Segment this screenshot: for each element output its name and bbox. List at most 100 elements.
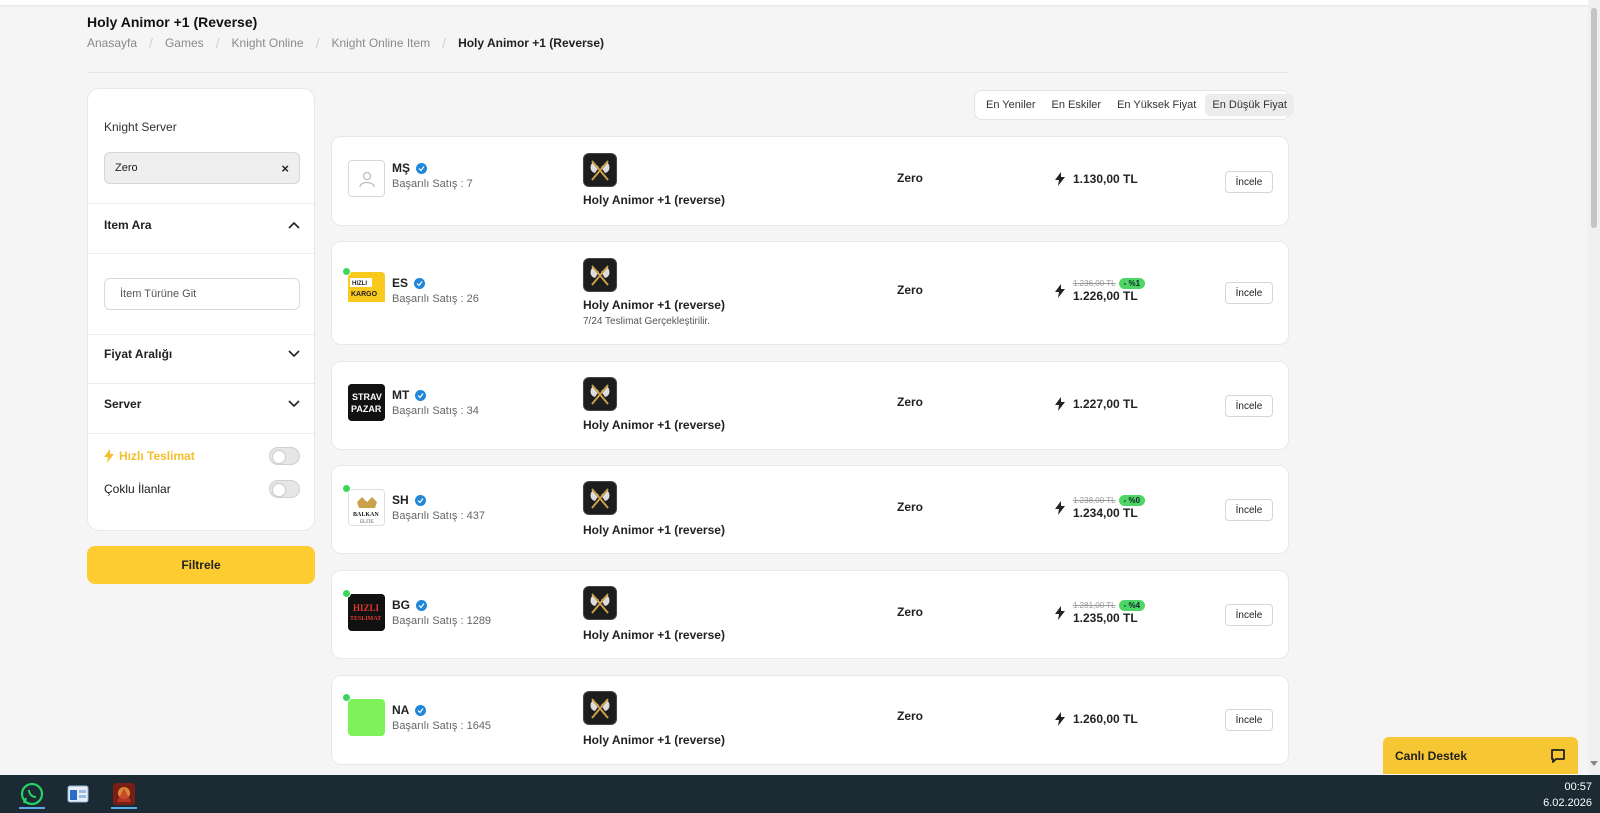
- seller-sales-count: Başarılı Satış : 34: [392, 405, 479, 417]
- price: 1.227,00 TL: [1073, 397, 1138, 411]
- svg-text:KARGO: KARGO: [351, 291, 378, 298]
- fast-delivery-toggle[interactable]: [269, 447, 300, 465]
- fast-delivery-label: Hızlı Teslimat: [119, 449, 195, 463]
- inspect-button[interactable]: İncele: [1225, 499, 1273, 521]
- online-indicator: [342, 267, 351, 276]
- seller-info: SH Başarılı Satış : 437: [392, 493, 485, 522]
- inspect-button[interactable]: İncele: [1225, 604, 1273, 626]
- listing-row[interactable]: NA Başarılı Satış : 1645 Holy Animor +1 …: [331, 675, 1289, 765]
- item-name[interactable]: Holy Animor +1 (reverse): [583, 193, 725, 207]
- os-taskbar: 00:57 6.02.2026: [0, 775, 1600, 813]
- filter-divider: [88, 334, 314, 335]
- server-chip-label: Zero: [115, 162, 138, 174]
- filter-panel: Knight Server Zero × Item Ara İtem Türün…: [87, 88, 315, 531]
- svg-text:HIZLI: HIZLI: [352, 281, 367, 287]
- inspect-button[interactable]: İncele: [1225, 395, 1273, 417]
- server-name: Zero: [897, 605, 924, 619]
- breadcrumb-separator: /: [315, 35, 320, 51]
- item-search-toggle[interactable]: Item Ara: [104, 218, 300, 232]
- seller-name[interactable]: MT: [392, 388, 409, 402]
- server-toggle[interactable]: Server: [104, 397, 300, 411]
- server-filter-chip[interactable]: Zero ×: [104, 152, 300, 184]
- svg-text:BALKAN: BALKAN: [353, 512, 379, 518]
- verified-icon: [415, 704, 427, 716]
- breadcrumb-home[interactable]: Anasayfa: [87, 36, 137, 50]
- seller-name[interactable]: ES: [392, 276, 408, 290]
- axe-icon: [583, 258, 617, 292]
- axe-icon: [583, 153, 617, 187]
- fast-delivery-row: Hızlı Teslimat: [104, 447, 300, 465]
- listing-row[interactable]: HIZLI KARGO ES Başarılı Satış : 26 Holy A…: [331, 241, 1289, 345]
- axe-icon: [583, 377, 617, 411]
- item-name[interactable]: Holy Animor +1 (reverse): [583, 523, 725, 537]
- item-type-search-input[interactable]: İtem Türüne Git: [104, 278, 300, 310]
- header-divider: [87, 72, 1289, 73]
- breadcrumb-games[interactable]: Games: [165, 36, 204, 50]
- seller-sales-count: Başarılı Satış : 1645: [392, 720, 492, 732]
- lightning-icon: [1055, 172, 1065, 186]
- item-name[interactable]: Holy Animor +1 (reverse): [583, 298, 725, 312]
- price: 1.260,00 TL: [1073, 712, 1138, 726]
- breadcrumb-knight-online[interactable]: Knight Online: [232, 36, 304, 50]
- lightning-icon: [1055, 605, 1065, 620]
- listing-row[interactable]: MŞ Başarılı Satış : 7 Holy Animor +1 (re…: [331, 136, 1289, 226]
- live-support-button[interactable]: Canlı Destek: [1383, 737, 1578, 774]
- breadcrumb-current: Holy Animor +1 (Reverse): [458, 36, 605, 50]
- sort-lowest-price[interactable]: En Düşük Fiyat: [1205, 94, 1294, 116]
- online-indicator: [342, 484, 351, 493]
- scroll-down-arrow-icon[interactable]: [1590, 761, 1598, 766]
- sort-highest-price[interactable]: En Yüksek Fiyat: [1110, 94, 1203, 116]
- listing-row[interactable]: STRAV PAZAR MT Başarılı Satış : 34 Holy A…: [331, 361, 1289, 450]
- sort-oldest[interactable]: En Eskiler: [1045, 94, 1109, 116]
- sort-newest[interactable]: En Yeniler: [979, 94, 1043, 116]
- knight-server-label: Knight Server: [104, 120, 177, 134]
- svg-text:STRAV: STRAV: [352, 392, 382, 402]
- server-name: Zero: [897, 709, 924, 723]
- price-block: 1.236,00 TL - %1 1.226,00 TL: [1055, 278, 1146, 303]
- price: 1.235,00 TL: [1073, 611, 1138, 625]
- item-name[interactable]: Holy Animor +1 (reverse): [583, 418, 725, 432]
- filter-button[interactable]: Filtrele: [87, 546, 315, 584]
- seller-name[interactable]: NA: [392, 703, 409, 717]
- window-app-icon[interactable]: [63, 779, 93, 809]
- online-indicator: [342, 693, 351, 702]
- seller-avatar: HIZLI TESLIMAT: [348, 594, 385, 631]
- system-clock[interactable]: 00:57 6.02.2026: [1543, 779, 1592, 811]
- item-search-heading: Item Ara: [104, 218, 152, 232]
- multi-listing-toggle[interactable]: [269, 480, 300, 498]
- inspect-button[interactable]: İncele: [1225, 709, 1273, 731]
- inspect-button[interactable]: İncele: [1225, 282, 1273, 304]
- verified-icon: [416, 599, 427, 611]
- lightning-icon: [104, 449, 114, 463]
- discount-badge: - %0: [1118, 495, 1146, 506]
- user-icon: [358, 171, 375, 187]
- price-range-toggle[interactable]: Fiyat Aralığı: [104, 347, 300, 361]
- server-heading: Server: [104, 397, 142, 411]
- seller-name[interactable]: BG: [392, 598, 410, 612]
- page-scrollbar[interactable]: [1588, 0, 1600, 775]
- filter-divider: [88, 433, 314, 434]
- filter-divider: [88, 253, 314, 254]
- close-icon[interactable]: ×: [281, 161, 289, 176]
- listing-row[interactable]: BALKAN ELITE SH Başarılı Satış : 437 Holy…: [331, 465, 1289, 554]
- live-support-label: Canlı Destek: [1395, 748, 1468, 763]
- item-name[interactable]: Holy Animor +1 (reverse): [583, 628, 725, 642]
- breadcrumb-knight-online-item[interactable]: Knight Online Item: [331, 36, 430, 50]
- game-app-icon[interactable]: [109, 779, 139, 809]
- seller-sales-count: Başarılı Satış : 7: [392, 178, 473, 190]
- scrollbar-thumb[interactable]: [1591, 8, 1597, 228]
- listing-row[interactable]: HIZLI TESLIMAT BG Başarılı Satış : 1289 H…: [331, 570, 1289, 659]
- seller-name[interactable]: MŞ: [392, 161, 410, 175]
- server-name: Zero: [897, 500, 924, 514]
- chevron-up-icon: [288, 221, 300, 229]
- seller-name-row: BG: [392, 598, 491, 612]
- clock-date: 6.02.2026: [1543, 797, 1592, 809]
- seller-name[interactable]: SH: [392, 493, 409, 507]
- inspect-button[interactable]: İncele: [1225, 171, 1273, 193]
- svg-text:TESLIMAT: TESLIMAT: [350, 616, 381, 622]
- item-name[interactable]: Holy Animor +1 (reverse): [583, 733, 725, 747]
- whatsapp-icon[interactable]: [17, 779, 47, 809]
- online-indicator: [342, 589, 351, 598]
- filter-divider: [88, 383, 314, 384]
- seller-avatar: BALKAN ELITE: [348, 489, 385, 526]
